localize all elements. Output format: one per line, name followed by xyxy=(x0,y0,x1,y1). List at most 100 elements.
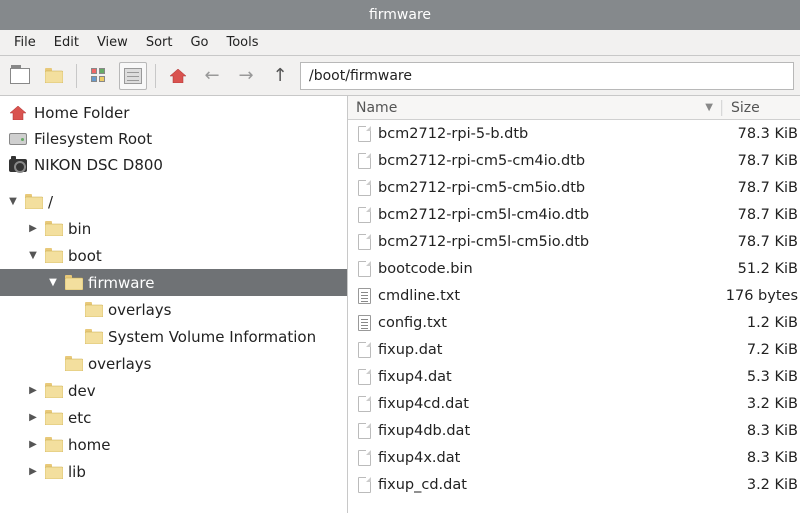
place-home[interactable]: Home Folder xyxy=(0,100,347,126)
file-row[interactable]: bootcode.bin 51.2 KiB xyxy=(348,255,800,282)
chevron-down-icon[interactable]: ▼ xyxy=(46,277,60,288)
file-row[interactable]: fixup4db.dat8.3 KiB xyxy=(348,417,800,444)
column-header-name[interactable]: Name ▼ xyxy=(348,100,722,116)
places-list: Home Folder Filesystem Root NIKON DSC D800 xyxy=(0,96,347,184)
tree-node-label: overlays xyxy=(108,301,172,319)
chevron-down-icon[interactable]: ▼ xyxy=(26,250,40,261)
menu-view[interactable]: View xyxy=(89,32,136,53)
disk-icon xyxy=(8,131,28,147)
file-name: bcm2712-rpi-cm5l-cm4io.dtb xyxy=(378,207,589,223)
folder-icon xyxy=(24,194,44,209)
up-button[interactable]: ↑ xyxy=(266,62,294,90)
file-size: 51.2 KiB xyxy=(722,261,800,277)
chevron-right-icon[interactable]: ▶ xyxy=(26,385,40,396)
menu-edit[interactable]: Edit xyxy=(46,32,87,53)
menu-sort[interactable]: Sort xyxy=(138,32,181,53)
file-name: fixup4x.dat xyxy=(378,450,460,466)
file-row[interactable]: bcm2712-rpi-cm5-cm4io.dtb78.7 KiB xyxy=(348,147,800,174)
file-size: 3.2 KiB xyxy=(722,396,800,412)
place-label: Home Folder xyxy=(34,104,129,122)
file-icon xyxy=(356,260,372,278)
tree-node[interactable]: ▶etc xyxy=(0,404,347,431)
file-row[interactable]: fixup4x.dat8.3 KiB xyxy=(348,444,800,471)
file-row[interactable]: bcm2712-rpi-cm5-cm5io.dtb78.7 KiB xyxy=(348,174,800,201)
file-row[interactable]: bcm2712-rpi-cm5l-cm5io.dtb78.7 KiB xyxy=(348,228,800,255)
list-view-button[interactable] xyxy=(119,62,147,90)
forward-button[interactable]: → xyxy=(232,62,260,90)
tree-node[interactable]: ▶bin xyxy=(0,215,347,242)
file-row[interactable]: fixup4cd.dat 3.2 KiB xyxy=(348,390,800,417)
new-tab-button[interactable] xyxy=(6,62,34,90)
icon-view-icon xyxy=(91,68,107,84)
folder-icon xyxy=(84,302,104,317)
file-row[interactable]: cmdline.txt176 bytes xyxy=(348,282,800,309)
tree-node[interactable]: ▶overlays xyxy=(0,350,347,377)
chevron-right-icon[interactable]: ▶ xyxy=(26,466,40,477)
folder-icon xyxy=(45,68,63,83)
main-area: Home Folder Filesystem Root NIKON DSC D800… xyxy=(0,96,800,513)
home-button[interactable] xyxy=(164,62,192,90)
chevron-down-icon[interactable]: ▼ xyxy=(6,196,20,207)
new-tab-icon xyxy=(10,68,30,84)
file-name: bootcode.bin xyxy=(378,261,473,277)
place-label: NIKON DSC D800 xyxy=(34,156,163,174)
icon-view-button[interactable] xyxy=(85,62,113,90)
tree-node[interactable]: ▼firmware xyxy=(0,269,347,296)
tree-node[interactable]: ▼boot xyxy=(0,242,347,269)
file-size: 78.3 KiB xyxy=(722,126,800,142)
file-size: 78.7 KiB xyxy=(722,180,800,196)
tree-node[interactable]: ▼/ xyxy=(0,188,347,215)
file-row[interactable]: fixup_cd.dat 3.2 KiB xyxy=(348,471,800,498)
tree-node[interactable]: ▶ dev xyxy=(0,377,347,404)
column-header-size-label: Size xyxy=(731,100,760,116)
file-size: 1.2 KiB xyxy=(722,315,800,331)
place-camera[interactable]: NIKON DSC D800 xyxy=(0,152,347,178)
file-row[interactable]: fixup.dat 7.2 KiB xyxy=(348,336,800,363)
file-row[interactable]: bcm2712-rpi-cm5l-cm4io.dtb78.7 KiB xyxy=(348,201,800,228)
file-name: fixup4db.dat xyxy=(378,423,470,439)
file-size: 5.3 KiB xyxy=(722,369,800,385)
folder-icon xyxy=(44,248,64,263)
file-icon xyxy=(356,206,372,224)
menu-tools[interactable]: Tools xyxy=(219,32,267,53)
file-name: bcm2712-rpi-5-b.dtb xyxy=(378,126,528,142)
folder-icon xyxy=(64,356,84,371)
path-input[interactable]: /boot/firmware xyxy=(300,62,794,90)
tree-node-label: / xyxy=(48,193,53,211)
file-size: 78.7 KiB xyxy=(722,153,800,169)
file-name: fixup4cd.dat xyxy=(378,396,469,412)
folder-icon xyxy=(44,383,64,398)
arrow-up-icon: ↑ xyxy=(272,65,287,86)
column-header-size[interactable]: Size xyxy=(722,100,800,116)
tree-node[interactable]: ▶home xyxy=(0,431,347,458)
chevron-right-icon[interactable]: ▶ xyxy=(26,439,40,450)
file-size: 176 bytes xyxy=(722,288,800,304)
arrow-right-icon: → xyxy=(238,65,253,86)
new-folder-button[interactable] xyxy=(40,62,68,90)
home-icon xyxy=(8,105,28,121)
window-title: firmware xyxy=(369,7,431,23)
menu-go[interactable]: Go xyxy=(182,32,216,53)
file-size: 7.2 KiB xyxy=(722,342,800,358)
file-name: fixup_cd.dat xyxy=(378,477,467,493)
back-button[interactable]: ← xyxy=(198,62,226,90)
tree-node-label: dev xyxy=(68,382,96,400)
file-row[interactable]: config.txt1.2 KiB xyxy=(348,309,800,336)
file-icon xyxy=(356,368,372,386)
file-row[interactable]: fixup4.dat5.3 KiB xyxy=(348,363,800,390)
chevron-right-icon[interactable]: ▶ xyxy=(26,412,40,423)
text-file-icon xyxy=(356,287,372,305)
place-fsroot[interactable]: Filesystem Root xyxy=(0,126,347,152)
file-name: fixup.dat xyxy=(378,342,443,358)
file-row[interactable]: bcm2712-rpi-5-b.dtb 78.3 KiB xyxy=(348,120,800,147)
toolbar: ← → ↑ /boot/firmware xyxy=(0,56,800,96)
tree-node[interactable]: ▶lib xyxy=(0,458,347,485)
tree-node-label: overlays xyxy=(88,355,152,373)
column-header-name-label: Name xyxy=(356,100,397,116)
tree-node[interactable]: ▶overlays xyxy=(0,296,347,323)
chevron-right-icon[interactable]: ▶ xyxy=(26,223,40,234)
menu-file[interactable]: File xyxy=(6,32,44,53)
file-list-header: Name ▼ Size xyxy=(348,96,800,120)
tree-node[interactable]: ▶System Volume Information xyxy=(0,323,347,350)
file-size: 3.2 KiB xyxy=(722,477,800,493)
